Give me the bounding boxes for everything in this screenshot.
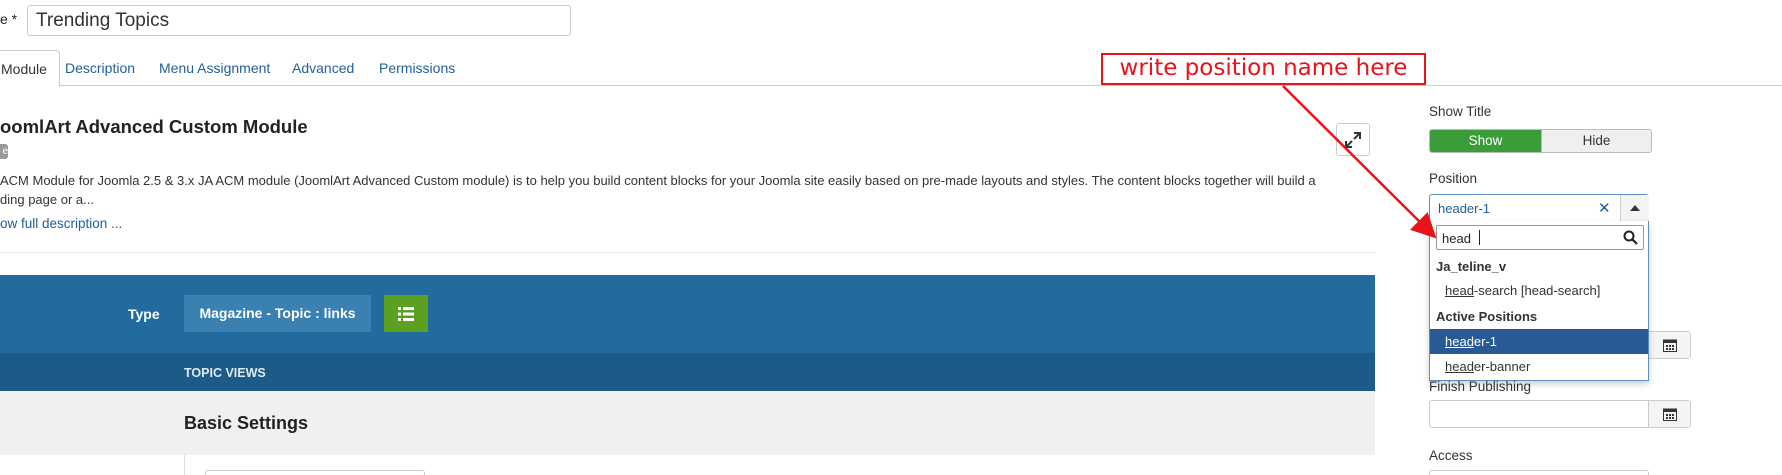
layout-list-button[interactable] <box>384 295 428 332</box>
module-description: ACM Module for Joomla 2.5 & 3.x JA ACM m… <box>0 171 1345 209</box>
tab-advanced[interactable]: Advanced <box>280 50 366 86</box>
access-select[interactable] <box>1429 470 1649 475</box>
list-icon <box>398 306 414 321</box>
finish-publishing-label: Finish Publishing <box>1429 379 1532 394</box>
module-title: oomlArt Advanced Custom Module <box>0 116 308 137</box>
access-label: Access <box>1429 448 1473 463</box>
acm-section-bar: TOPIC VIEWS <box>0 353 1375 391</box>
tab-menu-assignment[interactable]: Menu Assignment <box>147 50 282 86</box>
finish-publishing-field[interactable] <box>1429 400 1691 428</box>
expand-button[interactable] <box>1336 123 1370 156</box>
option-head-search[interactable]: head-search [head-search] <box>1430 278 1648 303</box>
settings-border <box>184 455 185 475</box>
type-label: Type <box>128 306 160 322</box>
position-select[interactable]: header-1 ✕ <box>1429 194 1649 222</box>
option-header-banner[interactable]: header-banner <box>1430 354 1648 379</box>
basic-settings-title: Basic Settings <box>184 413 309 433</box>
tab-module[interactable]: Module <box>0 50 60 87</box>
tab-permissions[interactable]: Permissions <box>367 50 467 86</box>
position-dropdown-toggle[interactable] <box>1620 195 1649 221</box>
basic-settings-header: Basic Settings <box>0 391 1375 455</box>
tab-bar: Module Description Menu Assignment Advan… <box>0 50 1782 87</box>
description-line-1: ACM Module for Joomla 2.5 & 3.x JA ACM m… <box>0 173 1316 188</box>
position-value: header-1 <box>1438 201 1491 216</box>
group-active-positions: Active Positions <box>1436 309 1538 324</box>
show-title-toggle: Show Hide <box>1429 129 1652 153</box>
search-icon <box>1623 230 1638 245</box>
show-full-description-link[interactable]: ow full description ... <box>0 216 122 231</box>
hide-button[interactable]: Hide <box>1541 130 1651 152</box>
settings-body <box>0 455 1375 475</box>
settings-input[interactable] <box>205 470 425 475</box>
clear-icon[interactable]: ✕ <box>1598 199 1611 217</box>
topic-views-tab[interactable]: TOPIC VIEWS <box>184 366 266 380</box>
position-dropdown: head Ja_teline_v head-search [head-searc… <box>1429 221 1649 381</box>
start-calendar-button[interactable] <box>1648 332 1690 358</box>
acm-type-bar: Type Magazine - Topic : links <box>0 275 1375 353</box>
divider <box>0 252 1375 253</box>
site-badge: e <box>0 144 8 159</box>
show-button[interactable]: Show <box>1430 130 1541 152</box>
option-header-1[interactable]: header-1 <box>1430 329 1648 354</box>
calendar-icon <box>1662 339 1677 352</box>
title-label: e * <box>0 11 18 27</box>
tab-description[interactable]: Description <box>53 50 147 86</box>
text-caret <box>1479 230 1480 245</box>
group-ja-teline-v: Ja_teline_v <box>1436 259 1507 274</box>
finish-calendar-button[interactable] <box>1648 401 1690 427</box>
expand-icon <box>1345 131 1361 148</box>
calendar-icon <box>1662 408 1677 421</box>
position-label: Position <box>1429 171 1478 186</box>
position-search-input[interactable]: head <box>1436 225 1644 250</box>
chevron-up-icon <box>1630 205 1640 211</box>
annotation-callout: write position name here <box>1101 53 1426 85</box>
show-title-label: Show Title <box>1429 104 1492 119</box>
description-line-2: ding page or a... <box>0 192 94 207</box>
title-input[interactable]: Trending Topics <box>27 5 571 36</box>
position-search-text: head <box>1442 231 1471 246</box>
type-select-button[interactable]: Magazine - Topic : links <box>184 295 371 332</box>
